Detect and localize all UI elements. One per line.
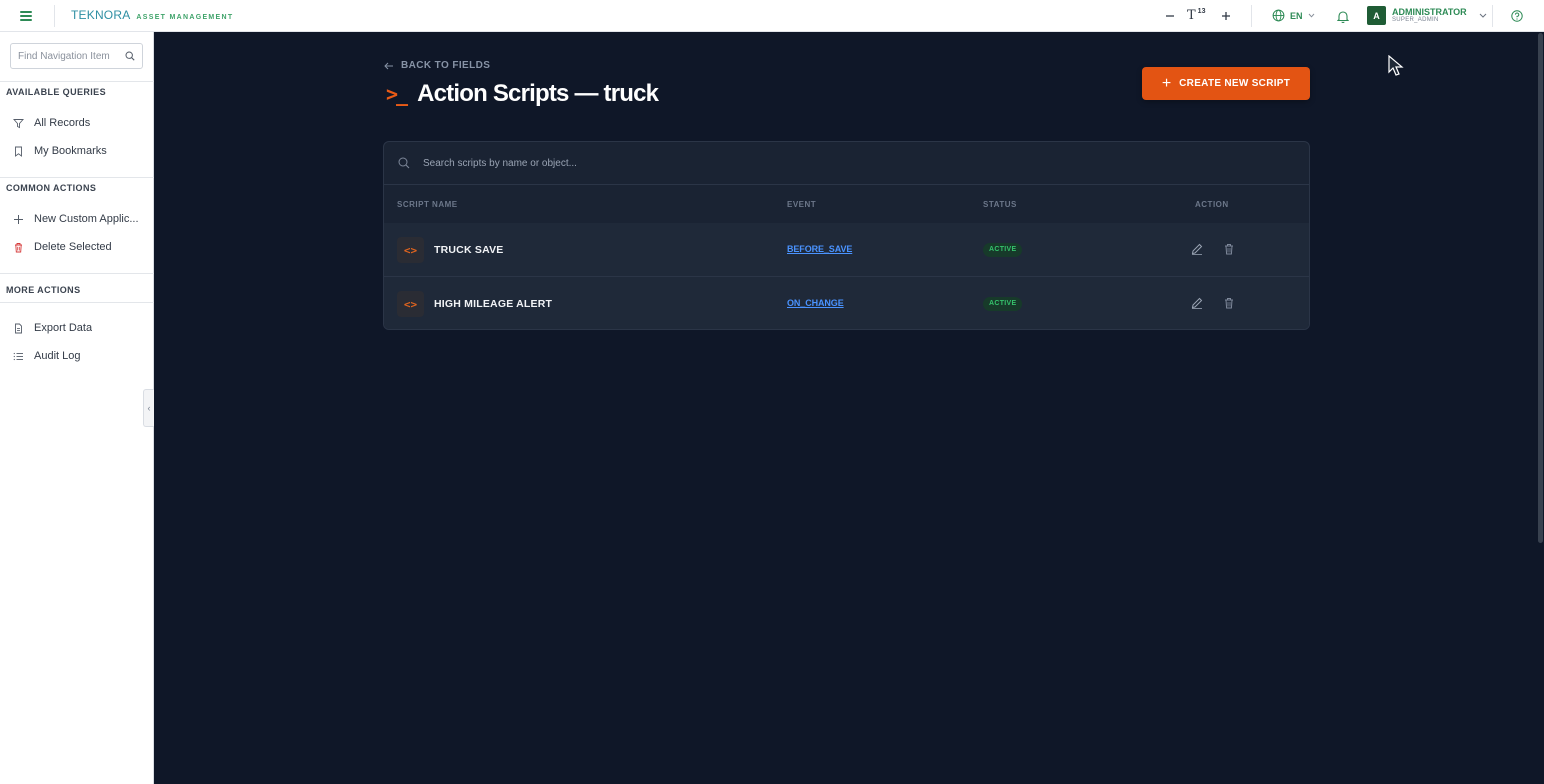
- scripts-search: [384, 142, 1309, 185]
- scrollbar-thumb[interactable]: [1538, 33, 1543, 543]
- terminal-icon: >_: [386, 82, 408, 106]
- script-name: TRUCK SAVE: [434, 244, 504, 256]
- sidebar-item-my-bookmarks[interactable]: My Bookmarks: [0, 139, 153, 163]
- column-header-script-name[interactable]: SCRIPT NAME: [397, 200, 458, 209]
- chevron-down-icon: [1479, 13, 1487, 18]
- sidebar-item-label: All Records: [34, 117, 91, 129]
- sidebar: AVAILABLE QUERIES All Records My Bookmar…: [0, 32, 154, 784]
- help-icon[interactable]: [1510, 7, 1524, 25]
- bookmark-icon: [15, 146, 22, 157]
- back-to-fields-link[interactable]: BACK TO FIELDS: [384, 60, 490, 71]
- column-header-action: ACTION: [1195, 200, 1229, 209]
- page-title: Action Scripts — truck: [417, 80, 659, 107]
- scripts-table-panel: SCRIPT NAME EVENT STATUS ACTION <> TRUCK…: [383, 141, 1310, 330]
- sidebar-item-label: My Bookmarks: [34, 145, 107, 157]
- globe-icon: [1272, 9, 1285, 22]
- column-header-event[interactable]: EVENT: [787, 200, 816, 209]
- sidebar-item-label: Export Data: [34, 322, 93, 334]
- user-name: ADMINISTRATOR: [1392, 7, 1467, 17]
- user-menu[interactable]: A ADMINISTRATOR SUPER_ADMIN: [1367, 6, 1487, 25]
- top-bar: TEKNORA ASSET MANAGEMENT T 13 EN A ADMINI…: [0, 0, 1544, 32]
- zoom-out-icon[interactable]: [1164, 7, 1176, 25]
- divider: [0, 177, 154, 178]
- search-icon: [398, 157, 410, 169]
- user-info: ADMINISTRATOR SUPER_ADMIN: [1392, 7, 1467, 24]
- language-selector[interactable]: EN: [1272, 9, 1315, 22]
- code-icon: <>: [397, 237, 424, 263]
- trash-icon[interactable]: [1222, 242, 1236, 256]
- brand-subtitle: ASSET MANAGEMENT: [136, 14, 234, 21]
- script-name: HIGH MILEAGE ALERT: [434, 298, 553, 310]
- language-label: EN: [1290, 10, 1303, 21]
- plus-icon: [14, 214, 23, 224]
- column-header-status[interactable]: STATUS: [983, 200, 1017, 209]
- trash-icon: [15, 242, 22, 252]
- status-badge: ACTIVE: [983, 297, 1023, 311]
- divider: [54, 5, 55, 27]
- nav-search: [10, 43, 143, 69]
- arrow-left-icon: [384, 62, 393, 69]
- plus-icon: +: [1161, 74, 1172, 92]
- font-size-value: 13: [1197, 8, 1206, 15]
- font-size-indicator: T 13: [1187, 8, 1205, 23]
- sidebar-item-audit-log[interactable]: Audit Log: [0, 344, 153, 368]
- edit-icon[interactable]: [1190, 296, 1204, 310]
- code-icon: <>: [397, 291, 424, 317]
- sidebar-item-label: Audit Log: [34, 350, 81, 362]
- brand-logo: TEKNORA: [71, 8, 131, 22]
- mouse-cursor-icon: [1388, 55, 1404, 76]
- sidebar-item-delete-selected[interactable]: Delete Selected: [0, 235, 153, 259]
- font-size-icon: T: [1187, 8, 1196, 23]
- edit-icon[interactable]: [1190, 242, 1204, 256]
- back-label: BACK TO FIELDS: [401, 60, 491, 71]
- event-link[interactable]: ON_CHANGE: [787, 298, 844, 308]
- create-new-script-button[interactable]: + CREATE NEW SCRIPT: [1142, 67, 1310, 100]
- scrollbar[interactable]: [1537, 33, 1544, 784]
- sidebar-item-export-data[interactable]: Export Data: [0, 316, 153, 340]
- sidebar-collapse-button[interactable]: ‹: [143, 389, 154, 427]
- table-row[interactable]: <> TRUCK SAVE BEFORE_SAVE ACTIVE: [384, 223, 1309, 277]
- user-role: SUPER_ADMIN: [1392, 17, 1439, 23]
- section-title-common-actions: COMMON ACTIONS: [6, 183, 97, 193]
- chevron-down-icon: [1308, 13, 1314, 18]
- divider: [1492, 5, 1493, 27]
- create-button-label: CREATE NEW SCRIPT: [1179, 78, 1291, 89]
- search-icon[interactable]: [125, 51, 135, 61]
- sidebar-item-label: Delete Selected: [34, 241, 112, 253]
- trash-icon[interactable]: [1222, 296, 1236, 310]
- event-link[interactable]: BEFORE_SAVE: [787, 244, 852, 254]
- zoom-in-icon[interactable]: [1220, 7, 1232, 25]
- section-title-more-actions: MORE ACTIONS: [6, 285, 81, 295]
- section-title-available-queries: AVAILABLE QUERIES: [6, 87, 106, 97]
- status-badge: ACTIVE: [983, 243, 1023, 257]
- nav-search-input[interactable]: [18, 50, 118, 62]
- page-header: >_ Action Scripts — truck: [386, 80, 659, 108]
- list-icon: [13, 352, 23, 360]
- export-icon: [15, 323, 22, 333]
- bell-icon[interactable]: [1336, 7, 1350, 25]
- brand[interactable]: TEKNORA ASSET MANAGEMENT: [71, 8, 233, 24]
- scripts-search-input[interactable]: [423, 157, 923, 169]
- sidebar-item-label: New Custom Applic...: [34, 213, 139, 225]
- sidebar-item-all-records[interactable]: All Records: [0, 111, 153, 135]
- menu-icon[interactable]: [18, 8, 34, 24]
- divider: [0, 273, 154, 274]
- avatar: A: [1367, 6, 1386, 25]
- divider: [1251, 5, 1252, 27]
- divider: [0, 81, 154, 82]
- divider: [0, 302, 154, 303]
- sidebar-item-new-custom-application[interactable]: New Custom Applic...: [0, 207, 153, 231]
- filter-icon: [13, 118, 24, 128]
- table-row[interactable]: <> HIGH MILEAGE ALERT ON_CHANGE ACTIVE: [384, 277, 1309, 329]
